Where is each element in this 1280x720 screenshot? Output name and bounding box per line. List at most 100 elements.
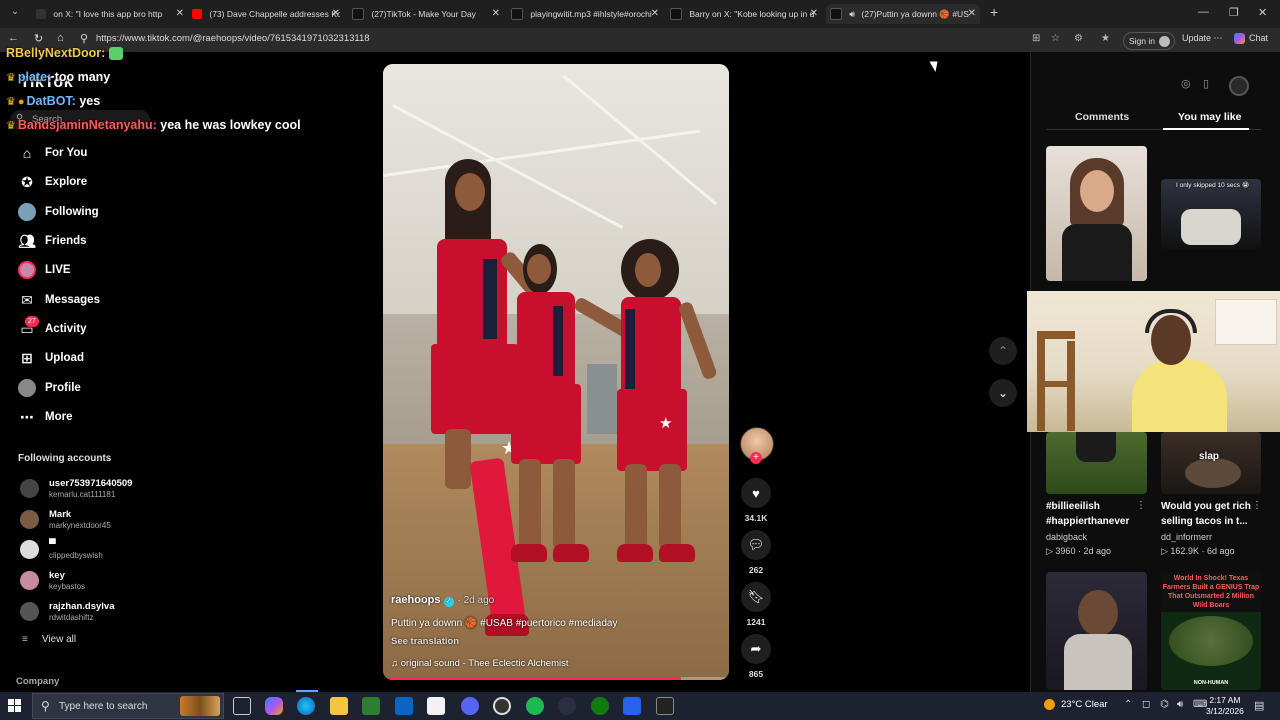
close-tab-icon[interactable]: ✕ — [810, 4, 818, 24]
taskbar-clock[interactable]: 2:17 AM 3/12/2026 — [1206, 695, 1244, 717]
update-button[interactable]: Update ⋯ — [1182, 33, 1223, 44]
home-icon[interactable]: ⌂ — [57, 32, 64, 44]
store-icon[interactable] — [362, 697, 380, 715]
nav-friends[interactable]: 👥︎ Friends — [18, 230, 86, 252]
more-options-icon[interactable]: ⋮ — [1252, 500, 1262, 511]
new-tab-button[interactable]: + — [990, 4, 998, 20]
browser-tab[interactable]: on X: "I love this app bro http ✕ — [36, 4, 184, 24]
recommended-title[interactable]: Would you get rich selling tacos in t... — [1161, 499, 1251, 529]
close-tab-icon[interactable]: ✕ — [176, 4, 184, 24]
nav-live[interactable]: LIVE — [18, 259, 71, 281]
video-progress-bar[interactable] — [383, 677, 729, 680]
browser-tab-bar: ⌄ on X: "I love this app bro http ✕ (73)… — [0, 0, 1280, 28]
thumbnail-overlay-text: I only skipped 10 secs 😭 — [1176, 182, 1250, 189]
nav-profile[interactable]: Profile — [18, 377, 81, 399]
device-icon[interactable]: ▯ — [1203, 77, 1209, 90]
browser-tab[interactable]: playingwitit.mp3 #ihlstyle#orochi ✕ — [511, 4, 659, 24]
video-sound-link[interactable]: ♫ original sound - Thee Eclectic Alchemi… — [391, 658, 569, 669]
taskbar-search-input[interactable]: ⚲ Type here to search — [32, 693, 224, 719]
view-all-link[interactable]: ≡ View all — [22, 634, 76, 645]
video-thumbnail[interactable] — [1046, 432, 1147, 494]
next-video-button[interactable]: ⌄ — [989, 379, 1017, 407]
copilot-chat-button[interactable]: Chat — [1234, 33, 1268, 45]
spotify-icon[interactable] — [526, 697, 544, 715]
browser-tab[interactable]: Barry on X: "Kobe looking up in d ✕ — [670, 4, 818, 24]
video-thumbnail[interactable] — [1046, 146, 1147, 281]
save-button[interactable]: 🔖︎ — [741, 582, 771, 612]
nav-for-you[interactable]: ⌂ For You — [18, 142, 88, 164]
following-account[interactable]: ▀ clippedbyswish — [20, 537, 170, 563]
close-tab-icon[interactable]: ✕ — [651, 4, 659, 24]
video-thumbnail[interactable] — [1161, 432, 1261, 494]
app-icon[interactable] — [558, 697, 576, 715]
restore-window-icon[interactable]: ❐ — [1229, 6, 1239, 19]
address-bar-row: ← ↻ ⌂ ⚲ https://www.tiktok.com/@raehoops… — [0, 28, 1280, 52]
video-author[interactable]: raehoops ✓ · 2d ago — [391, 594, 494, 607]
close-tab-icon[interactable]: ✕ — [968, 4, 976, 24]
nav-upload[interactable]: ⊞ Upload — [18, 347, 84, 369]
app-icon[interactable] — [623, 697, 641, 715]
like-count: 34.1K — [744, 513, 768, 523]
recommended-user[interactable]: dd_informerr — [1161, 532, 1212, 542]
volume-icon[interactable]: 🔊︎ — [1177, 699, 1183, 710]
recommended-user[interactable]: dabigback — [1046, 532, 1087, 542]
refresh-icon[interactable]: ↻ — [34, 32, 43, 45]
copilot-icon[interactable] — [265, 697, 283, 715]
obs-icon[interactable] — [493, 697, 511, 715]
sign-in-button[interactable]: Sign in — [1123, 32, 1175, 50]
close-window-icon[interactable]: ✕ — [1258, 6, 1267, 19]
following-account[interactable]: user753971640509 kemarlu.cat111181 — [20, 476, 170, 502]
video-player[interactable]: ★ ★ raehoops ✓ · 2d ago Puttin ya downn 🏀 … — [383, 64, 729, 680]
mail-icon[interactable] — [395, 697, 413, 715]
nav-messages[interactable]: ✉ Messages — [18, 289, 100, 311]
previous-video-button[interactable]: ⌃ — [989, 337, 1017, 365]
notifications-icon[interactable]: ▤ — [1254, 699, 1264, 712]
browser-tab-active[interactable]: 🔊︎ (27)Puttin ya downn 🏀 #US ✕ — [826, 4, 980, 24]
recommended-title[interactable]: #billieeilish #happierthanever — [1046, 499, 1129, 529]
nav-more[interactable]: ⋯ More — [18, 406, 72, 428]
video-thumbnail[interactable] — [1161, 179, 1261, 249]
more-options-icon[interactable]: ⋮ — [1136, 500, 1146, 511]
favorite-star-icon[interactable]: ☆ — [1051, 33, 1060, 44]
minimize-window-icon[interactable]: — — [1198, 6, 1209, 18]
site-info-icon[interactable]: ⚲ — [80, 32, 88, 45]
floating-player-icon[interactable]: ◎ — [1181, 77, 1191, 90]
tab-you-may-like[interactable]: You may like — [1178, 111, 1241, 123]
browser-tab[interactable]: (27)TikTok - Make Your Day ✕ — [352, 4, 500, 24]
weather-widget[interactable]: 23°C Clear — [1044, 699, 1108, 710]
show-hidden-icons[interactable]: ⌃ — [1124, 699, 1132, 710]
company-link[interactable]: Company — [16, 676, 59, 687]
nav-following[interactable]: Following — [18, 201, 99, 223]
following-account[interactable]: rajzhan.dsylva rdwitdashiftz — [20, 599, 170, 625]
comment-button[interactable]: 💬︎ — [741, 530, 771, 560]
xbox-icon[interactable] — [591, 697, 609, 715]
edge-browser-icon[interactable] — [297, 697, 315, 715]
task-view-icon[interactable] — [233, 697, 251, 715]
back-arrow-icon[interactable]: ← — [8, 32, 19, 44]
discord-icon[interactable] — [461, 697, 479, 715]
following-account[interactable]: Mark markynextdoor45 — [20, 507, 170, 533]
epic-games-icon[interactable] — [656, 697, 674, 715]
start-button[interactable] — [8, 699, 22, 713]
file-explorer-icon[interactable] — [330, 697, 348, 715]
notepad-icon[interactable] — [427, 697, 445, 715]
extensions-icon[interactable]: ⚙ — [1074, 33, 1083, 44]
share-button[interactable]: ➦ — [741, 634, 771, 664]
audio-playing-icon[interactable]: 🔊︎ — [849, 9, 855, 19]
favorites-icon[interactable]: ★ — [1101, 33, 1110, 44]
like-button[interactable]: ♥ — [741, 478, 771, 508]
close-tab-icon[interactable]: ✕ — [332, 4, 340, 24]
tab-actions-menu-icon[interactable]: ⌄ — [6, 6, 24, 22]
following-account[interactable]: key keybastos — [20, 568, 170, 594]
close-tab-icon[interactable]: ✕ — [492, 4, 500, 24]
url-field[interactable]: https://www.tiktok.com/@raehoops/video/7… — [96, 33, 370, 44]
video-thumbnail[interactable] — [1046, 572, 1147, 690]
tray-app-icon[interactable]: ◻ — [1142, 699, 1150, 710]
network-icon[interactable]: ⌬ — [1160, 699, 1169, 710]
split-screen-icon[interactable]: ⊞ — [1032, 33, 1040, 44]
follow-plus-icon[interactable]: + — [750, 452, 762, 464]
nav-explore[interactable]: ✪ Explore — [18, 171, 87, 193]
tab-comments[interactable]: Comments — [1075, 111, 1129, 123]
browser-tab[interactable]: (73) Dave Chappelle addresses Ko ✕ — [192, 4, 340, 24]
see-translation-link[interactable]: See translation — [391, 636, 459, 647]
